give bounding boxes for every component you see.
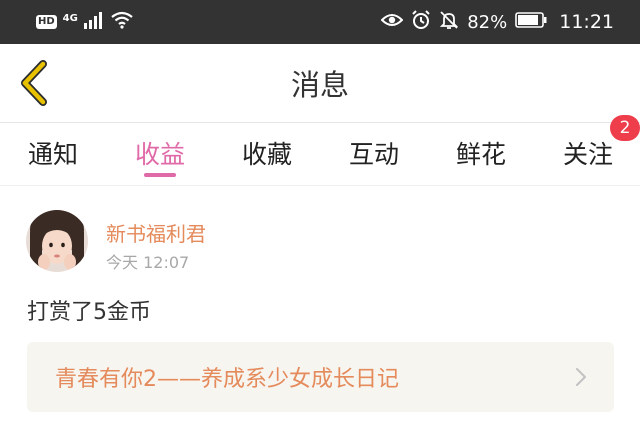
tab-label: 收益 <box>134 140 185 169</box>
following-count-badge: 2 <box>610 115 640 141</box>
battery-icon <box>515 11 547 33</box>
clock: 11:21 <box>559 11 614 33</box>
tab-notifications[interactable]: 通知 <box>0 123 106 185</box>
hd-badge: HD <box>36 15 57 29</box>
book-title: 青春有你2——养成系少女成长日记 <box>55 367 399 392</box>
active-tab-indicator <box>144 173 176 177</box>
page-title: 消息 <box>290 68 349 102</box>
nav-bar: 消息 <box>0 44 640 123</box>
back-button[interactable] <box>14 60 54 106</box>
tab-bar: 通知 收益 收藏 互动 鲜花 关注 <box>0 123 640 186</box>
tab-label: 通知 <box>27 140 78 169</box>
tab-label: 关注 <box>562 140 613 169</box>
signal-icon <box>83 11 104 33</box>
eye-icon <box>380 11 404 33</box>
status-bar: HD 4G 82% 11:21 <box>0 0 640 44</box>
tab-label: 互动 <box>348 140 399 169</box>
chevron-right-icon <box>576 368 586 386</box>
message-time: 今天 12:07 <box>106 253 190 272</box>
book-link-card[interactable]: 青春有你2——养成系少女成长日记 <box>27 342 614 412</box>
tab-favorites[interactable]: 收藏 <box>214 123 320 185</box>
tab-flowers[interactable]: 鲜花 <box>428 123 534 185</box>
sender-name[interactable]: 新书福利君 <box>106 218 206 247</box>
battery-percent: 82% <box>467 11 508 33</box>
tab-earnings[interactable]: 收益 <box>107 123 213 185</box>
mute-bell-icon <box>439 10 459 35</box>
network-type: 4G <box>62 12 78 24</box>
tab-label: 收藏 <box>241 140 292 169</box>
message-text: 打赏了5金币 <box>27 300 151 325</box>
status-bar-left: HD 4G <box>36 0 134 44</box>
alarm-icon <box>411 9 431 35</box>
avatar[interactable] <box>26 210 88 272</box>
status-bar-right: 82% 11:21 <box>380 0 614 44</box>
wifi-icon <box>110 11 134 33</box>
back-chevron-icon <box>21 60 47 106</box>
tab-interactions[interactable]: 互动 <box>321 123 427 185</box>
tab-label: 鲜花 <box>455 140 506 169</box>
